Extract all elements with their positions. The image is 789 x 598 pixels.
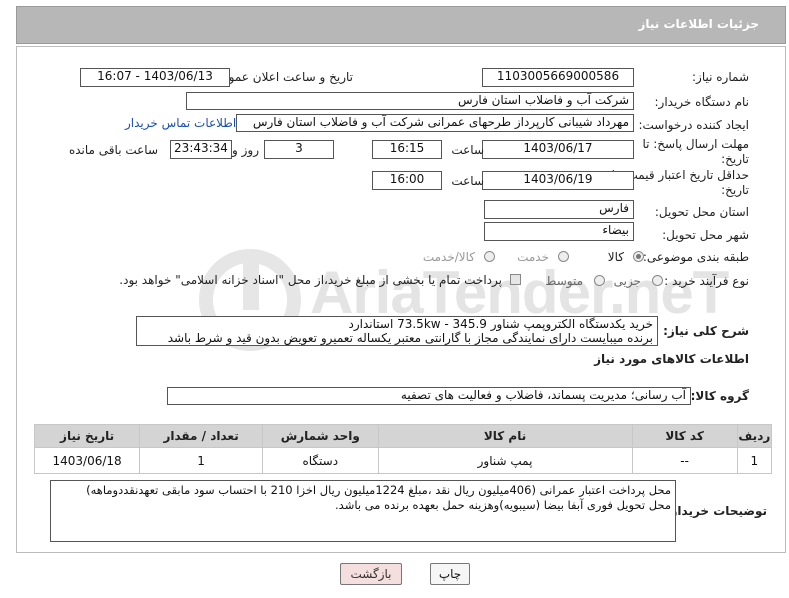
col-header-unit: واحد شمارش bbox=[262, 424, 379, 448]
goods-group-field: آب رسانی؛ مدیریت پسماند، فاضلاب و فعالیت… bbox=[167, 387, 691, 405]
province-field: فارس bbox=[484, 200, 634, 219]
buyer-notes-textarea: محل پرداخت اعتبار عمرانی (406میلیون ریال… bbox=[50, 480, 676, 542]
purchase-type-label: نوع فرآیند خرید : bbox=[664, 274, 749, 288]
city-label: شهر محل تحویل: bbox=[662, 228, 749, 242]
deadline-label: مهلت ارسال پاسخ: تا bbox=[642, 137, 749, 151]
cell-item-name: پمپ شناور bbox=[377, 447, 633, 474]
contact-info-link[interactable]: اطلاعات تماس خریدار bbox=[125, 116, 236, 130]
deadline-label-date: تاریخ: bbox=[721, 152, 749, 166]
summary-label: شرح کلی نیاز: bbox=[663, 324, 749, 338]
validity-label-date: تاریخ: bbox=[721, 183, 749, 197]
cell-quantity: 1 bbox=[139, 447, 264, 474]
summary-textarea: خرید یکدستگاه الکتروپمپ شناور 345.9 - 73… bbox=[136, 316, 658, 346]
announce-datetime-field: 1403/06/13 - 16:07 bbox=[80, 68, 230, 87]
days-remaining-field: 3 bbox=[264, 140, 334, 159]
treasury-payment-note: پرداخت تمام یا بخشی از مبلغ خرید،از محل … bbox=[119, 273, 502, 287]
back-button[interactable]: بازگشت bbox=[340, 563, 402, 585]
buyer-notes-line-1: محل پرداخت اعتبار عمرانی (406میلیون ریال… bbox=[86, 483, 671, 497]
col-header-quantity: تعداد / مقدار bbox=[139, 424, 264, 448]
creator-label: ایجاد کننده درخواست: bbox=[638, 118, 749, 132]
deadline-time-label: ساعت bbox=[451, 143, 484, 157]
col-header-need-date: تاریخ نیاز bbox=[33, 424, 141, 448]
goods-table: ردیف کد کالا نام کالا واحد شمارش تعداد /… bbox=[33, 424, 773, 474]
remaining-time-field: 23:43:34 bbox=[170, 140, 232, 159]
category-option-goods-service: کالا/خدمت bbox=[422, 250, 475, 264]
validity-time-label: ساعت bbox=[451, 174, 484, 188]
need-number-field: 1103005669000586 bbox=[482, 68, 634, 87]
province-label: استان محل تحویل: bbox=[654, 205, 749, 219]
purchase-radio-medium[interactable] bbox=[594, 275, 605, 286]
city-field: بیضاء bbox=[484, 222, 634, 241]
category-label: طبقه بندی موضوعی: bbox=[642, 250, 749, 264]
page-header: جزئیات اطلاعات نیاز bbox=[16, 6, 786, 44]
category-option-service: خدمت bbox=[517, 250, 549, 264]
cell-need-date: 1403/06/18 bbox=[33, 447, 141, 474]
treasury-payment-checkbox[interactable] bbox=[510, 274, 521, 285]
cell-item-code: -- bbox=[631, 447, 738, 474]
cell-unit: دستگاه bbox=[262, 447, 379, 474]
buyer-org-label: نام دستگاه خریدار: bbox=[654, 95, 750, 109]
print-button[interactable]: چاپ bbox=[430, 563, 470, 585]
category-radio-goods-service[interactable] bbox=[484, 251, 495, 262]
summary-line-1: خرید یکدستگاه الکتروپمپ شناور 345.9 - 73… bbox=[348, 317, 654, 331]
deadline-time-field: 16:15 bbox=[372, 140, 442, 159]
need-number-label: شماره نیاز: bbox=[692, 70, 749, 84]
deadline-date-field: 1403/06/17 bbox=[482, 140, 634, 159]
category-radio-service[interactable] bbox=[558, 251, 569, 262]
category-radio-goods[interactable] bbox=[633, 251, 644, 262]
buyer-notes-label: توضیحات خریدار: bbox=[665, 504, 767, 518]
goods-group-label: گروه کالا: bbox=[690, 389, 749, 403]
category-option-goods: کالا bbox=[607, 250, 624, 264]
col-header-item-name: نام کالا bbox=[377, 424, 633, 448]
creator-field: مهرداد شیبانی کارپرداز طرحهای عمرانی شرک… bbox=[236, 114, 634, 132]
validity-time-field: 16:00 bbox=[372, 171, 442, 190]
col-header-item-code: کد کالا bbox=[631, 424, 738, 448]
buyer-notes-line-2: محل تحویل فوری آبفا بیضا (سیبویه)وهزینه … bbox=[335, 498, 671, 512]
table-header-row: ردیف کد کالا نام کالا واحد شمارش تعداد /… bbox=[33, 424, 773, 448]
purchase-radio-minor[interactable] bbox=[652, 275, 663, 286]
remaining-label: ساعت باقی مانده bbox=[68, 143, 158, 157]
purchase-option-minor: جزیی bbox=[613, 274, 641, 288]
buyer-org-field: شرکت آب و فاضلاب استان فارس bbox=[186, 92, 634, 110]
validity-date-field: 1403/06/19 bbox=[482, 171, 634, 190]
page-title: جزئیات اطلاعات نیاز bbox=[638, 17, 759, 31]
days-label: روز و bbox=[232, 143, 259, 157]
table-row: 1 -- پمپ شناور دستگاه 1 1403/06/18 bbox=[33, 447, 773, 474]
goods-info-title: اطلاعات کالاهای مورد نیاز bbox=[594, 352, 749, 366]
cell-row-number: 1 bbox=[736, 447, 773, 474]
col-header-row-number: ردیف bbox=[736, 424, 773, 448]
purchase-option-medium: متوسط bbox=[545, 274, 583, 288]
summary-line-2: برنده میبایست دارای نمایندگی مجاز با گار… bbox=[167, 331, 653, 345]
